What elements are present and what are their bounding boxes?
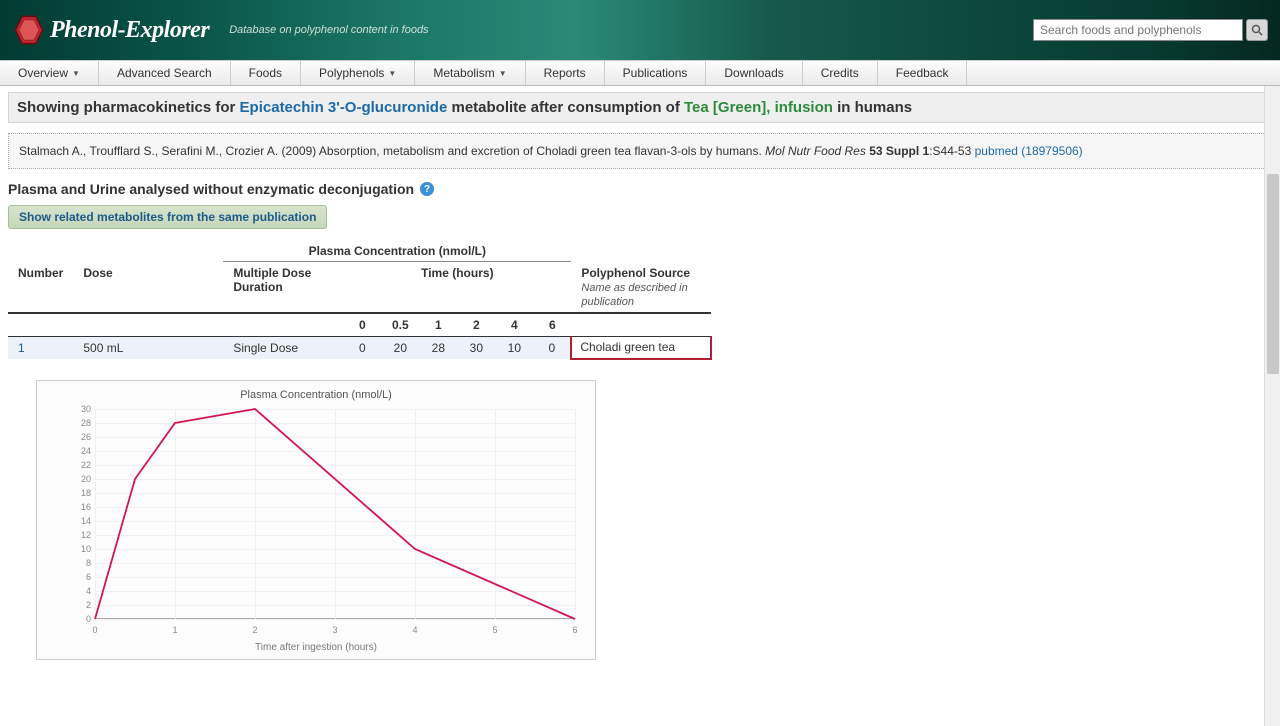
cell-val: 10 xyxy=(495,336,533,359)
time-h: 1 xyxy=(419,313,457,337)
menu-polyphenols[interactable]: Polyphenols ▼ xyxy=(301,61,415,85)
menu-advanced-search[interactable]: Advanced Search xyxy=(99,61,231,85)
plasma-chart: Plasma Concentration (nmol/L) 0246810121… xyxy=(36,380,596,660)
col-source-sub: Name as described in publication xyxy=(581,282,687,308)
menu-label: Feedback xyxy=(896,66,949,80)
search-icon xyxy=(1251,24,1263,36)
menu-credits[interactable]: Credits xyxy=(803,61,878,85)
logo[interactable]: Phenol-Explorer xyxy=(12,13,209,47)
section-title: Plasma and Urine analysed without enzyma… xyxy=(8,181,414,197)
menu-downloads[interactable]: Downloads xyxy=(706,61,802,85)
caret-down-icon: ▼ xyxy=(499,69,507,78)
menu-label: Foods xyxy=(249,66,282,80)
caret-down-icon: ▼ xyxy=(388,69,396,78)
cell-dose: 500 mL xyxy=(73,336,223,359)
pubmed-link[interactable]: pubmed (18979506) xyxy=(975,144,1083,158)
citation-pages: :S44-53 xyxy=(929,144,974,158)
scrollbar[interactable] xyxy=(1264,86,1280,726)
col-number: Number xyxy=(8,262,73,313)
menu-label: Publications xyxy=(623,66,688,80)
menu-label: Credits xyxy=(821,66,859,80)
menu-label: Reports xyxy=(544,66,586,80)
cell-multi: Single Dose xyxy=(223,336,343,359)
menu-label: Advanced Search xyxy=(117,66,212,80)
col-source: Polyphenol Source Name as described in p… xyxy=(571,262,711,313)
citation-volume: 53 Suppl 1 xyxy=(866,144,929,158)
menu-label: Metabolism xyxy=(433,66,494,80)
logo-text: Phenol-Explorer xyxy=(50,17,209,44)
time-h: 6 xyxy=(533,313,571,337)
cell-val: 30 xyxy=(457,336,495,359)
help-icon[interactable]: ? xyxy=(420,182,434,196)
search-button[interactable] xyxy=(1246,19,1268,41)
search-input[interactable] xyxy=(1033,19,1243,41)
time-h: 0.5 xyxy=(381,313,419,337)
chart-plot-area: 0246810121416182022242628300123456 xyxy=(95,409,575,619)
menu-foods[interactable]: Foods xyxy=(231,61,301,85)
page-title: Showing pharmacokinetics for Epicatechin… xyxy=(8,92,1272,123)
title-text: metabolite after consumption of xyxy=(447,99,684,116)
header-banner: Phenol-Explorer Database on polyphenol c… xyxy=(0,0,1280,60)
show-related-button[interactable]: Show related metabolites from the same p… xyxy=(8,205,327,229)
section-heading: Plasma and Urine analysed without enzyma… xyxy=(8,181,1272,197)
logo-hexagon-icon xyxy=(12,13,46,47)
citation-journal: Mol Nutr Food Res xyxy=(765,144,866,158)
title-text: Showing pharmacokinetics for xyxy=(17,99,240,116)
cell-val: 28 xyxy=(419,336,457,359)
citation-box: Stalmach A., Troufflard S., Serafini M.,… xyxy=(8,133,1272,169)
table-super-header: Plasma Concentration (nmol/L) xyxy=(223,241,571,262)
menu-label: Downloads xyxy=(724,66,783,80)
chart-title: Plasma Concentration (nmol/L) xyxy=(37,381,595,401)
cell-val: 20 xyxy=(381,336,419,359)
tagline: Database on polyphenol content in foods xyxy=(229,24,428,36)
plasma-table: Plasma Concentration (nmol/L) Number Dos… xyxy=(8,241,712,360)
cell-number: 1 xyxy=(8,336,73,359)
search-wrap xyxy=(1033,19,1268,41)
table-row: 1 500 mL Single Dose 0 20 28 30 10 0 Cho… xyxy=(8,336,711,359)
menu-reports[interactable]: Reports xyxy=(526,61,605,85)
food-link[interactable]: Tea [Green], infusion xyxy=(684,99,833,116)
caret-down-icon: ▼ xyxy=(72,69,80,78)
cell-val: 0 xyxy=(533,336,571,359)
time-h: 4 xyxy=(495,313,533,337)
menu-metabolism[interactable]: Metabolism ▼ xyxy=(415,61,525,85)
col-multi: Multiple Dose Duration xyxy=(223,262,343,313)
col-time: Time (hours) xyxy=(343,262,571,313)
col-source-label: Polyphenol Source xyxy=(581,266,690,280)
time-h: 2 xyxy=(457,313,495,337)
content-area: Showing pharmacokinetics for Epicatechin… xyxy=(0,86,1280,666)
title-text: in humans xyxy=(833,99,912,116)
x-axis-label: Time after ingestion (hours) xyxy=(37,642,595,653)
menu-publications[interactable]: Publications xyxy=(605,61,707,85)
time-h: 0 xyxy=(343,313,381,337)
menu-feedback[interactable]: Feedback xyxy=(878,61,968,85)
col-dose: Dose xyxy=(73,262,223,313)
compound-link[interactable]: Epicatechin 3'-O-glucuronide xyxy=(240,99,448,116)
menubar: Overview ▼ Advanced Search Foods Polyphen… xyxy=(0,60,1280,86)
cell-source[interactable]: Choladi green tea xyxy=(571,336,711,359)
scrollbar-thumb[interactable] xyxy=(1267,174,1279,374)
menu-label: Polyphenols xyxy=(319,66,384,80)
cell-val: 0 xyxy=(343,336,381,359)
menu-label: Overview xyxy=(18,66,68,80)
menu-overview[interactable]: Overview ▼ xyxy=(0,61,99,85)
citation-authors: Stalmach A., Troufflard S., Serafini M.,… xyxy=(19,144,765,158)
